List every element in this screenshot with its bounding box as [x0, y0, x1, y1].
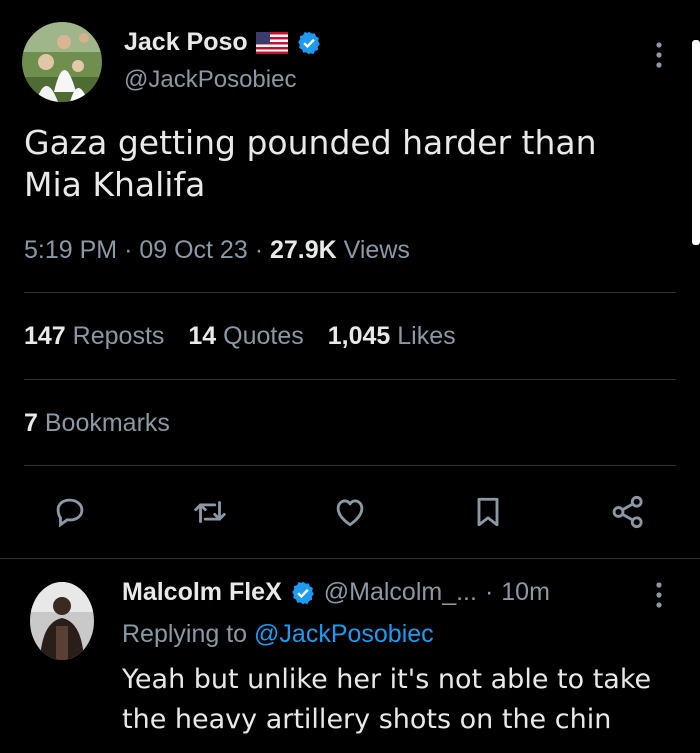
tweet-date[interactable]: 09 Oct 23 — [139, 236, 247, 264]
divider — [24, 292, 676, 293]
views-label: Views — [343, 236, 410, 264]
bookmark-icon[interactable] — [466, 490, 510, 534]
likes-count: 1,045 — [327, 322, 391, 350]
scrollbar[interactable] — [692, 40, 700, 245]
verified-badge-icon — [296, 30, 322, 56]
reply-avatar[interactable] — [30, 582, 94, 660]
quotes-count: 14 — [188, 322, 217, 350]
replying-prefix: Replying to — [122, 620, 248, 648]
engagement-stats: 147 Reposts 14 Quotes 1,045 Likes — [24, 322, 456, 351]
reposts-count: 147 — [24, 322, 66, 350]
reply-more-options-icon[interactable] — [652, 580, 666, 610]
reply-author-handle[interactable]: @Malcolm_... — [324, 578, 477, 607]
replying-to: Replying to @JackPosobiec — [122, 620, 434, 649]
verified-badge-icon — [290, 580, 316, 606]
share-icon[interactable] — [606, 490, 650, 534]
quotes-label: Quotes — [223, 322, 304, 350]
bookmarks-stat[interactable]: 7 Bookmarks — [24, 409, 170, 438]
tweet-meta: 5:19 PM · 09 Oct 23 · 27.9K Views — [24, 236, 410, 265]
reposts-stat[interactable]: 147 Reposts — [24, 322, 164, 351]
reply-header: Malcolm FleX @Malcolm_... · 10m — [122, 578, 550, 607]
divider — [24, 379, 676, 380]
meta-separator: · — [484, 578, 494, 606]
meta-separator: · — [124, 236, 140, 264]
reply-author-name[interactable]: Malcolm FleX — [122, 578, 282, 607]
reply-text: Yeah but unlike her it's not able to tak… — [122, 664, 652, 735]
section-divider — [0, 558, 700, 559]
action-bar — [0, 490, 700, 540]
reply-time[interactable]: 10m — [501, 578, 550, 607]
reply-icon[interactable] — [48, 490, 92, 534]
author-name[interactable]: Jack Poso — [124, 28, 248, 57]
author-name-row[interactable]: Jack Poso — [124, 28, 322, 57]
avatar[interactable] — [22, 22, 102, 102]
meta-separator: · — [254, 236, 270, 264]
repost-icon[interactable] — [188, 490, 232, 534]
more-options-icon[interactable] — [652, 40, 666, 70]
views-count: 27.9K — [269, 236, 337, 264]
author-handle[interactable]: @JackPosobiec — [124, 66, 296, 94]
replying-to-mention[interactable]: @JackPosobiec — [254, 620, 434, 648]
likes-label: Likes — [397, 322, 456, 350]
divider — [24, 465, 676, 466]
quotes-stat[interactable]: 14 Quotes — [188, 322, 303, 351]
tweet-text: Gaza getting pounded harder than Mia Kha… — [24, 123, 597, 204]
likes-stat[interactable]: 1,045 Likes — [328, 322, 456, 351]
tweet-time[interactable]: 5:19 PM — [24, 236, 117, 264]
us-flag-icon — [255, 31, 288, 54]
like-icon[interactable] — [328, 490, 372, 534]
reposts-label: Reposts — [72, 322, 165, 350]
bookmarks-label: Bookmarks — [44, 409, 170, 437]
bookmarks-count: 7 — [24, 409, 38, 437]
